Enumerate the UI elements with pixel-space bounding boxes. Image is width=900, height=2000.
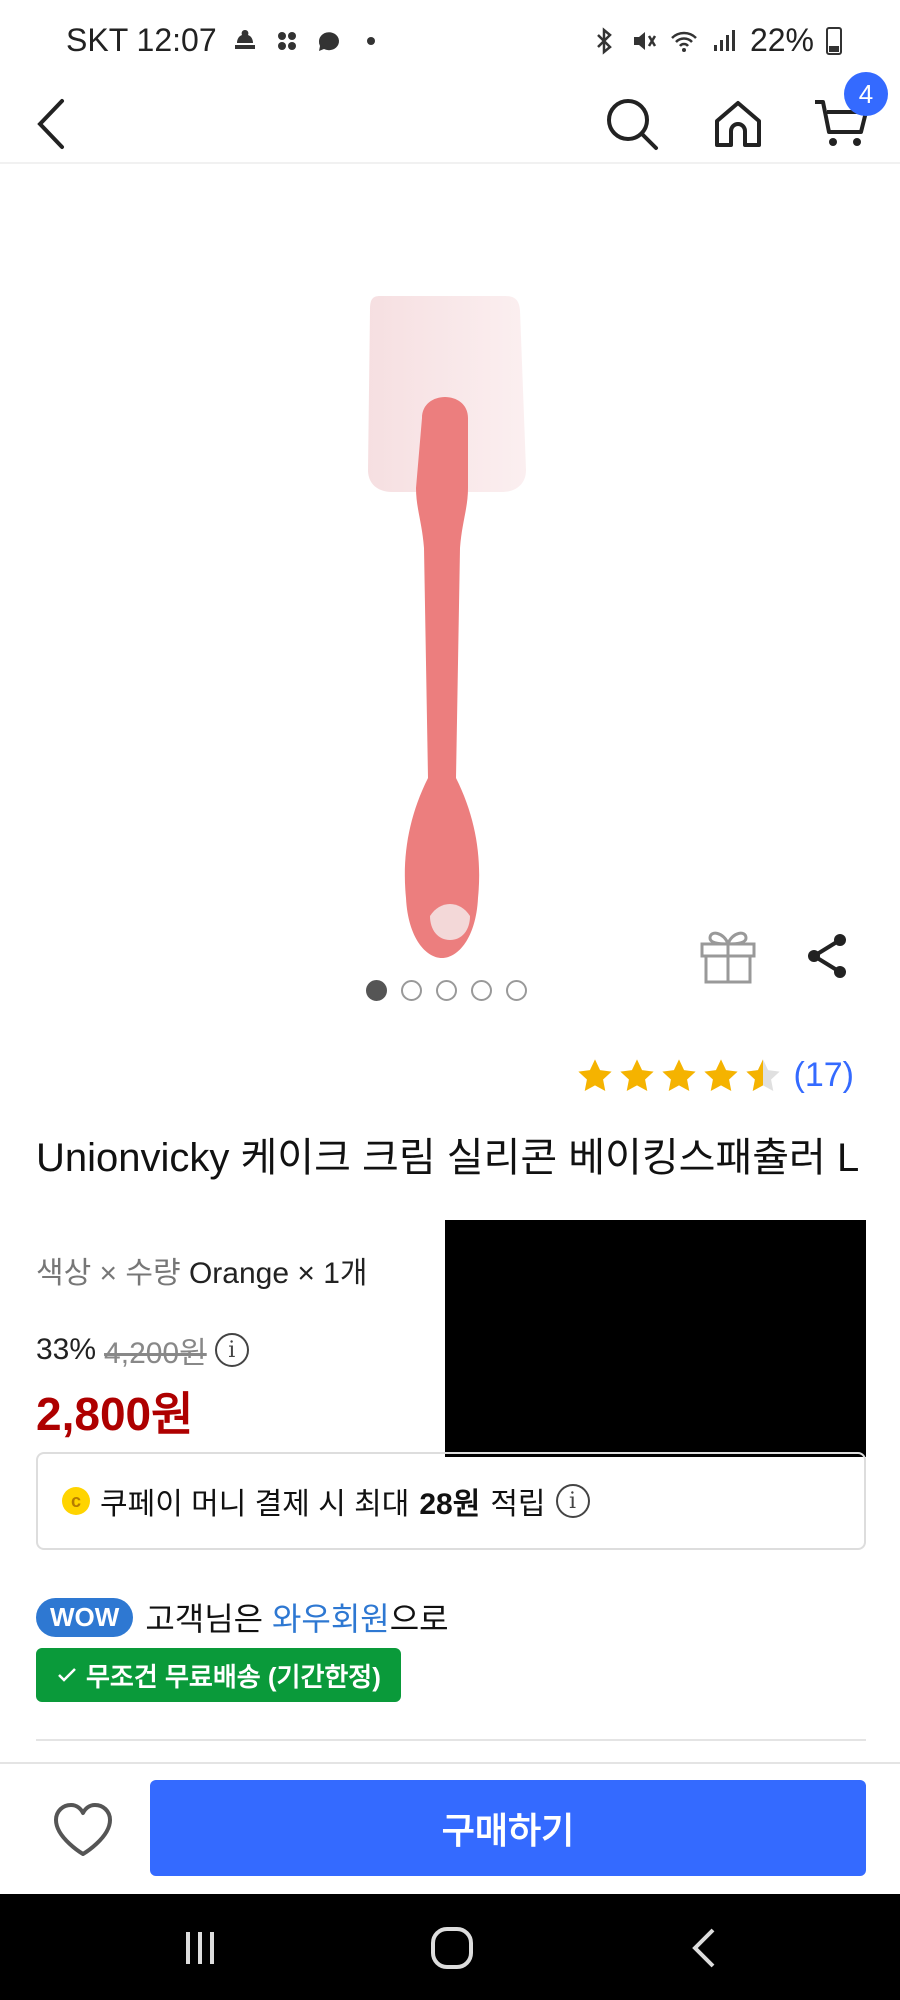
option-value: Orange × 1개	[188, 1257, 368, 1290]
wow-text: 고객님은 와우회원으로	[145, 1594, 448, 1640]
star-full-icon	[619, 1058, 654, 1091]
signal-icon	[713, 29, 735, 51]
coupay-info-icon[interactable]: i	[555, 1484, 590, 1518]
star-full-icon	[577, 1058, 612, 1091]
coupay-amount: 28원	[419, 1488, 481, 1521]
buy-bar: 구매하기	[0, 1762, 900, 1894]
wifi-icon	[671, 31, 697, 52]
share-icon[interactable]	[800, 928, 856, 984]
cart-button[interactable]: 4	[802, 72, 888, 164]
star-full-icon	[703, 1058, 738, 1091]
product-image-spatula	[368, 296, 526, 958]
app-notification-icon	[277, 31, 296, 50]
carousel-dot[interactable]	[506, 980, 527, 1001]
home-nav-icon	[431, 1927, 473, 1969]
wow-member-link[interactable]: 와우회원	[272, 1601, 390, 1637]
carousel-dot[interactable]	[401, 980, 422, 1001]
free-shipping-label: 무조건 무료배송 (기간한정)	[86, 1661, 381, 1692]
wishlist-button[interactable]	[50, 1800, 116, 1860]
star-half-icon	[745, 1058, 780, 1091]
wow-text-suffix: 으로	[389, 1601, 449, 1637]
buy-button[interactable]: 구매하기	[150, 1780, 866, 1876]
more-notifications-icon	[366, 36, 375, 45]
check-icon	[58, 1668, 76, 1682]
recent-apps-icon	[186, 1932, 214, 1964]
chat-icon	[318, 31, 339, 51]
carousel-dot[interactable]	[436, 980, 457, 1001]
wow-text-prefix: 고객님은	[145, 1601, 264, 1637]
original-price: 4,200원	[104, 1337, 207, 1370]
product-rating[interactable]: (17)	[576, 1056, 854, 1095]
app-header: 4	[0, 72, 900, 164]
carousel-indicator	[366, 980, 527, 1001]
free-shipping-badge: 무조건 무료배송 (기간한정)	[36, 1648, 401, 1702]
redacted-area	[445, 1220, 866, 1457]
search-button[interactable]	[592, 84, 672, 164]
home-nav-button[interactable]	[412, 1920, 492, 1976]
notification-icon	[234, 29, 255, 49]
selected-option: 색상 × 수량 Orange × 1개	[36, 1248, 367, 1292]
coupay-reward-box: c 쿠페이 머니 결제 시 최대 28원 적립 i	[36, 1452, 866, 1550]
battery-percent: 22%	[749, 22, 814, 58]
system-nav-bar	[0, 1894, 900, 2000]
home-icon	[715, 101, 761, 147]
carousel-dot[interactable]	[366, 980, 387, 1001]
star-full-icon	[661, 1058, 696, 1091]
option-label: 색상 × 수량	[36, 1257, 181, 1290]
section-divider	[36, 1739, 866, 1741]
sale-price: 2,800원	[36, 1388, 194, 1440]
info-icon[interactable]: i	[214, 1333, 249, 1367]
back-icon	[37, 99, 64, 149]
mute-icon	[633, 31, 657, 50]
heart-icon	[54, 1803, 112, 1856]
search-icon	[607, 99, 658, 150]
carrier-time: SKT 12:07	[66, 22, 217, 58]
back-button[interactable]	[12, 84, 92, 164]
cart-count-badge: 4	[844, 72, 888, 116]
discount-row: 33% 4,200원 i	[36, 1328, 249, 1372]
discount-rate: 33%	[36, 1333, 97, 1366]
product-title: Unionvicky 케이크 크림 실리콘 베이킹스패츌러 L	[36, 1136, 860, 1180]
coupay-text: 쿠페이 머니 결제 시 최대	[100, 1488, 410, 1521]
recent-apps-button[interactable]	[160, 1920, 240, 1976]
review-count-link[interactable]: (17)	[794, 1056, 854, 1095]
product-image-carousel[interactable]	[0, 166, 900, 1026]
back-nav-icon	[692, 1928, 715, 1968]
status-bar: SKT 12:07 22%	[0, 0, 900, 84]
wow-member-row: WOW 고객님은 와우회원으로	[36, 1594, 449, 1640]
coupay-coin-icon: c	[62, 1487, 90, 1515]
gift-icon[interactable]	[696, 922, 760, 986]
battery-icon	[826, 26, 842, 55]
back-nav-button[interactable]	[664, 1920, 744, 1976]
bluetooth-icon	[597, 26, 612, 55]
coupay-text-suffix: 적립	[490, 1488, 546, 1521]
wow-badge: WOW	[36, 1597, 134, 1637]
carousel-dot[interactable]	[471, 980, 492, 1001]
home-button[interactable]	[698, 84, 778, 164]
